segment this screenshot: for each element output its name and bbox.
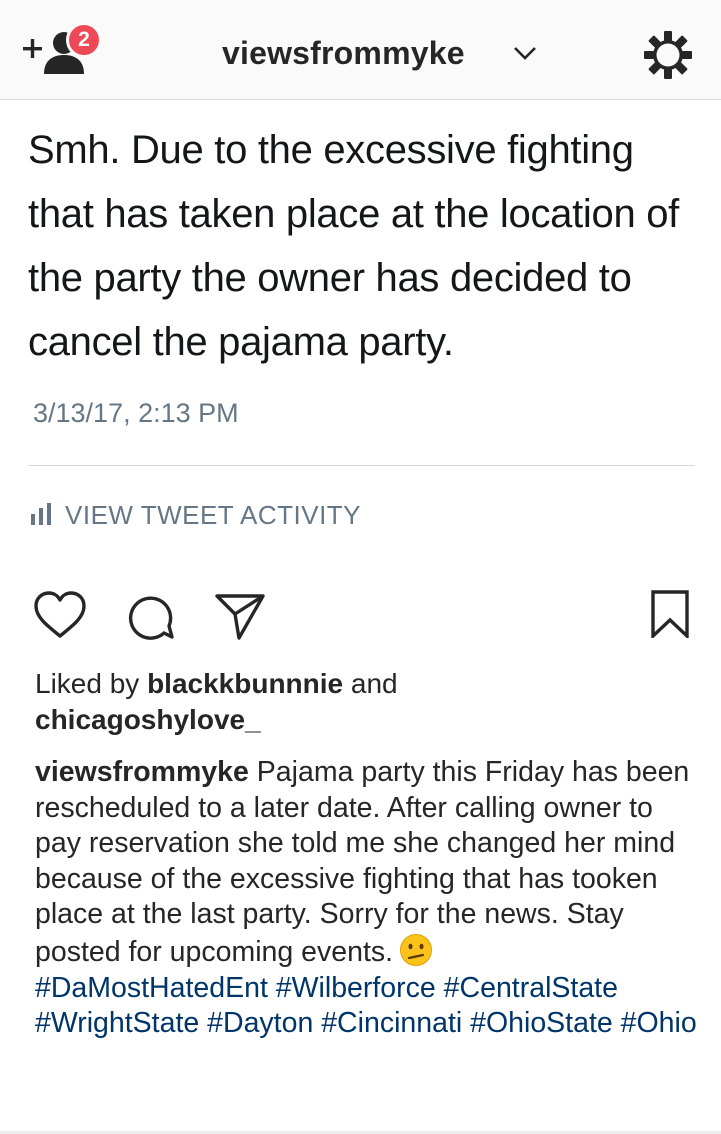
likes-summary: Liked by blackkbunnnie and chicagoshylov… [35, 666, 695, 738]
bookmark-icon[interactable] [650, 590, 690, 638]
tweet-timestamp: 3/13/17, 2:13 PM [33, 398, 239, 428]
divider [28, 465, 695, 466]
profile-username-switcher[interactable]: viewsfrommyke [222, 30, 465, 76]
caption-hashtags[interactable]: #DaMostHatedEnt #Wilberforce #CentralSta… [35, 972, 697, 1040]
app-header: 2 viewsfrommyke [0, 0, 721, 100]
bar-chart-icon [31, 503, 51, 525]
heart-icon[interactable] [33, 590, 87, 640]
liker-username[interactable]: blackkbunnnie [147, 668, 343, 699]
caption-username[interactable]: viewsfrommyke [35, 756, 249, 788]
liker-username[interactable]: chicagoshylove_ [35, 704, 261, 735]
chevron-down-icon[interactable] [512, 44, 538, 62]
share-icon[interactable] [214, 590, 266, 642]
gear-icon[interactable] [643, 30, 693, 80]
view-tweet-activity-label: VIEW TWEET ACTIVITY [65, 500, 362, 530]
tweet-text: Smh. Due to the excessive fighting that … [28, 128, 679, 364]
comment-icon[interactable] [124, 590, 176, 642]
confused-face-emoji [400, 933, 433, 966]
post-caption: viewsfrommyke Pajama party this Friday h… [35, 755, 705, 1042]
likes-prefix: Liked by [35, 668, 140, 699]
likes-conjunction: and [350, 668, 398, 699]
notification-badge[interactable]: 2 [66, 22, 102, 58]
